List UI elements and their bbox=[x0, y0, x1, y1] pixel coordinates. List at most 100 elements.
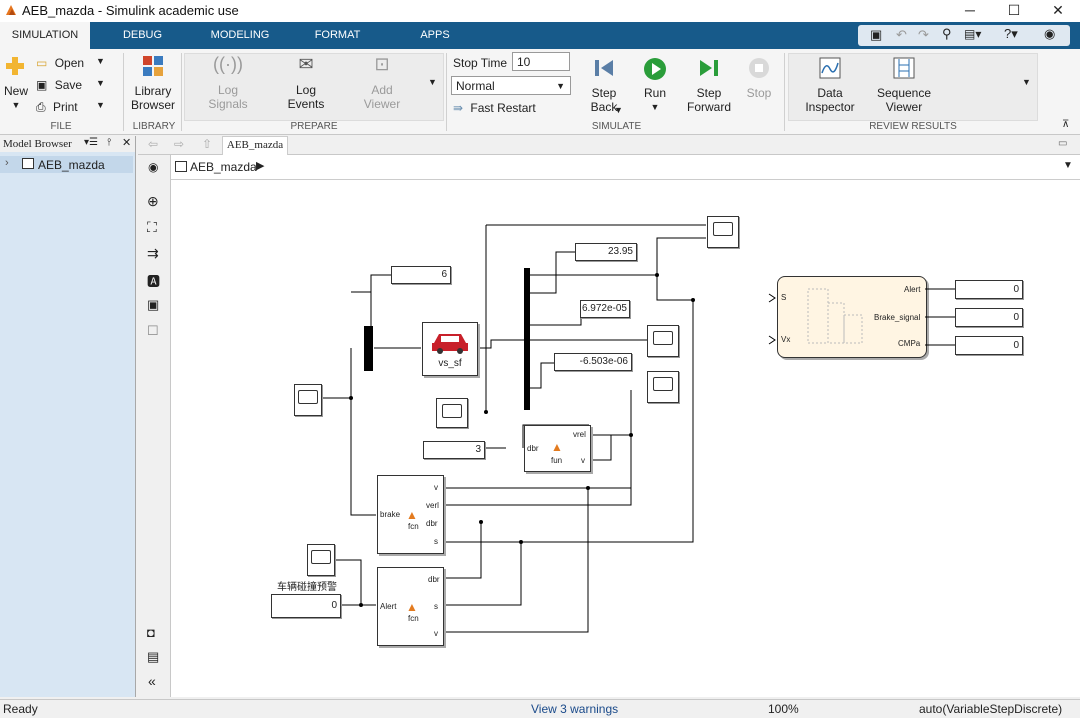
forward-arrow-icon[interactable]: ⇨ bbox=[174, 137, 184, 151]
window-layout-icon[interactable]: ▤▾ bbox=[964, 27, 981, 41]
stop-button[interactable]: Stop bbox=[740, 57, 778, 100]
editor-tab[interactable]: AEB_mazda bbox=[222, 136, 288, 155]
chevron-down-icon: ▼ bbox=[96, 56, 105, 66]
close-icon[interactable]: ✕ bbox=[122, 136, 131, 149]
print-button[interactable]: ⎙ Print ▼ bbox=[36, 100, 116, 116]
back-arrow-icon[interactable]: ⇦ bbox=[148, 137, 158, 151]
tab-modeling[interactable]: MODELING bbox=[200, 22, 280, 49]
port-label: vrel bbox=[573, 430, 586, 439]
pin-icon[interactable]: ⫯ bbox=[107, 137, 111, 148]
vs-sf-block[interactable]: vs_sf bbox=[422, 322, 478, 376]
prepare-expand-icon[interactable]: ▼ bbox=[428, 77, 437, 87]
library-browser-label-1: Library bbox=[134, 84, 172, 98]
scope-block[interactable] bbox=[647, 325, 679, 357]
new-button[interactable]: New ▼ bbox=[4, 55, 28, 115]
chevron-down-icon[interactable]: ▼ bbox=[1063, 160, 1073, 171]
hide-show-explorer-icon[interactable]: ◉ bbox=[148, 160, 158, 174]
scope-block[interactable] bbox=[307, 544, 335, 576]
maximize-button[interactable]: ☐ bbox=[992, 0, 1036, 22]
simulation-mode-select[interactable]: Normal ▼ bbox=[451, 76, 571, 95]
editor-tab-bar: ⇦ ⇨ ⇧ AEB_mazda ▭ bbox=[138, 136, 1080, 155]
run-button[interactable]: Run ▼ bbox=[636, 57, 674, 114]
area-icon[interactable]: ☐ bbox=[147, 323, 159, 339]
chevron-right-icon[interactable]: ▶ bbox=[256, 159, 264, 172]
fast-restart-button[interactable]: ⇛ Fast Restart bbox=[453, 101, 536, 115]
menu-icon[interactable]: ▾☰ bbox=[84, 137, 98, 148]
image-icon[interactable]: ▣ bbox=[147, 297, 159, 313]
scope-block[interactable] bbox=[436, 398, 468, 428]
tab-debug[interactable]: DEBUG bbox=[105, 22, 180, 49]
step-back-icon bbox=[595, 60, 613, 76]
display-block[interactable]: 23.95 bbox=[575, 243, 637, 261]
block-name: fun bbox=[551, 456, 563, 465]
view-warnings-link[interactable]: View 3 warnings bbox=[531, 702, 618, 716]
search-icon[interactable]: ⚲ bbox=[942, 26, 952, 42]
collapse-palette-icon[interactable]: « bbox=[148, 673, 156, 689]
annotation-icon[interactable]: 🅰 bbox=[147, 271, 160, 290]
signal-routing-icon[interactable]: ⇉ bbox=[147, 245, 159, 262]
file-group-label: FILE bbox=[50, 121, 72, 132]
log-signals-button[interactable]: ((·)) Log Signals bbox=[200, 55, 256, 111]
model-canvas[interactable]: vs_sf 6 23.95 6.972e-05 -6.503e-06 3 0 0… bbox=[171, 180, 1080, 697]
display-value: 6 bbox=[441, 269, 447, 280]
redo-icon[interactable]: ↷ bbox=[918, 27, 929, 43]
display-block[interactable]: 3 bbox=[423, 441, 485, 459]
help-icon[interactable]: ?▾ bbox=[1004, 26, 1018, 42]
model-browser-item[interactable]: › AEB_mazda bbox=[0, 156, 133, 173]
data-inspector-label-1: Data bbox=[817, 86, 843, 100]
display-value: -6.503e-06 bbox=[579, 356, 628, 367]
close-button[interactable]: ✕ bbox=[1036, 0, 1080, 22]
data-inspector-label-2: Inspector bbox=[805, 100, 855, 114]
stop-time-input[interactable]: 10 bbox=[512, 52, 570, 71]
display-block[interactable]: 6 bbox=[391, 266, 451, 284]
display-block[interactable]: -6.503e-06 bbox=[554, 353, 632, 371]
print-icon: ⎙ bbox=[36, 100, 46, 114]
save-icon[interactable]: ▣ bbox=[870, 27, 882, 43]
scope-block[interactable] bbox=[647, 371, 679, 403]
chevron-right-icon[interactable]: › bbox=[5, 157, 9, 169]
brake-matlab-block[interactable]: brake ▲ fcn v verl dbr s bbox=[377, 475, 444, 554]
stop-time-label: Stop Time bbox=[453, 56, 508, 70]
step-back-button[interactable]: Step Back ▼ bbox=[584, 57, 624, 115]
log-events-button[interactable]: ✉ Log Events bbox=[278, 55, 334, 111]
sequence-viewer-button[interactable]: Sequence Viewer bbox=[874, 57, 934, 114]
collapse-toolstrip-icon[interactable]: ⊼ bbox=[1062, 119, 1069, 130]
fit-to-view-icon[interactable]: ⛶ bbox=[147, 219, 157, 236]
library-browser-button[interactable]: Library Browser bbox=[130, 55, 176, 117]
alert-matlab-block[interactable]: Alert ▲ fcn dbr s v bbox=[377, 567, 444, 646]
minimize-button[interactable]: ─ bbox=[948, 0, 992, 22]
save-button[interactable]: ▣ Save ▼ bbox=[36, 78, 116, 94]
chevron-down-icon: ▼ bbox=[96, 100, 105, 110]
tab-simulation[interactable]: SIMULATION bbox=[0, 22, 90, 49]
display-block[interactable]: 6.972e-05 bbox=[580, 300, 630, 318]
data-inspector-button[interactable]: Data Inspector bbox=[802, 57, 858, 114]
open-button[interactable]: ▭ Open ▼ bbox=[36, 56, 116, 72]
tab-format[interactable]: FORMAT bbox=[300, 22, 375, 49]
zoom-icon[interactable]: ⊕ bbox=[147, 193, 159, 210]
simulink-logo-icon bbox=[6, 5, 16, 15]
solver-info[interactable]: auto(VariableStepDiscrete) bbox=[919, 702, 1062, 716]
display-value: 0 bbox=[1013, 340, 1019, 351]
review-expand-icon[interactable]: ▼ bbox=[1022, 77, 1031, 87]
chevron-down-icon: ▼ bbox=[650, 102, 660, 112]
breadcrumb[interactable]: AEB_mazda bbox=[190, 160, 257, 174]
scope-block[interactable] bbox=[707, 216, 739, 248]
keyboard-icon[interactable]: ▭ bbox=[1058, 138, 1067, 149]
undo-icon[interactable]: ↶ bbox=[896, 27, 907, 43]
screenshot-icon[interactable]: ◘ bbox=[147, 625, 155, 640]
scope-block[interactable] bbox=[294, 384, 322, 416]
fun-matlab-block[interactable]: dbr vrel v ▲ fun bbox=[524, 425, 591, 472]
quick-access-toolbar: ▣ ↶ ↷ ⚲ ▤▾ ?▾ ◉ bbox=[858, 25, 1070, 46]
tab-apps[interactable]: APPS bbox=[400, 22, 470, 49]
bus-selector-block[interactable] bbox=[524, 268, 530, 410]
options-icon[interactable]: ◉ bbox=[1044, 26, 1055, 42]
library-group-label: LIBRARY bbox=[132, 121, 176, 132]
port-label: s bbox=[434, 537, 438, 546]
run-icon bbox=[644, 58, 666, 80]
step-forward-button[interactable]: Step Forward bbox=[686, 57, 732, 114]
alert-display-block[interactable]: 0 bbox=[271, 594, 341, 618]
property-inspector-icon[interactable]: ▤ bbox=[147, 649, 159, 665]
mux-block[interactable] bbox=[364, 326, 373, 371]
up-arrow-icon[interactable]: ⇧ bbox=[202, 137, 212, 151]
add-viewer-button[interactable]: ⊡ Add Viewer bbox=[354, 55, 410, 111]
